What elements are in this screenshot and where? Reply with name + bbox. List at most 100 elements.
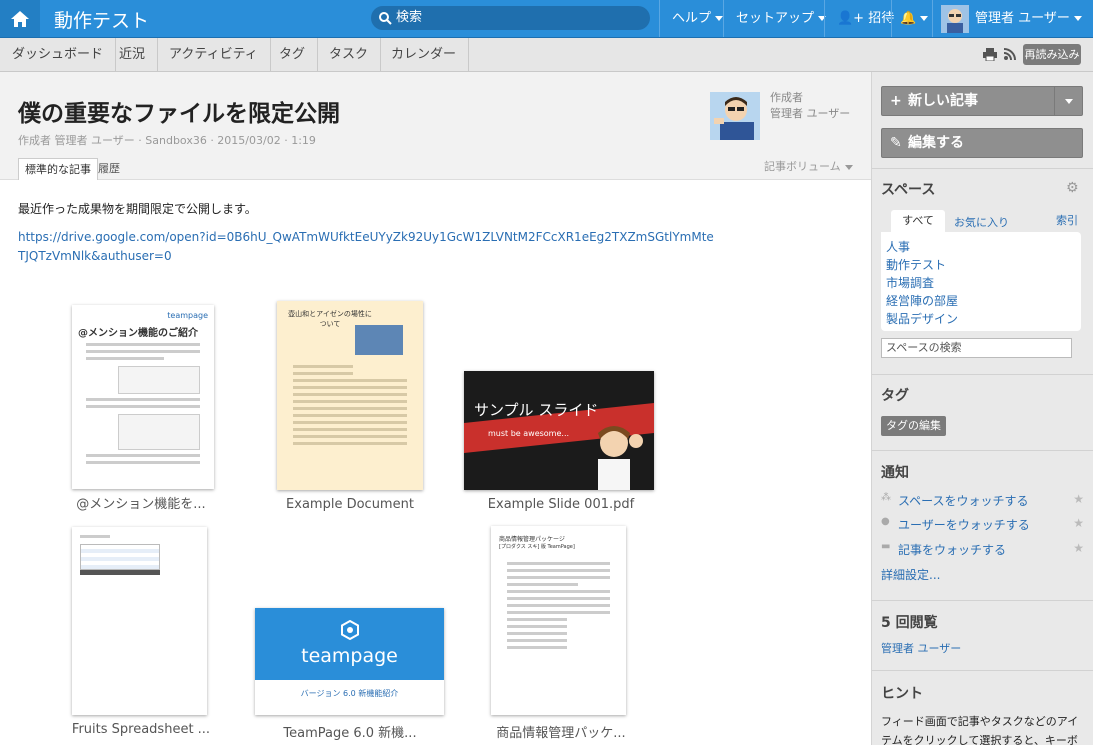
nav-recent[interactable]: 近況 bbox=[107, 38, 159, 71]
avatar bbox=[941, 4, 969, 33]
volume-menu[interactable]: 記事ボリューム bbox=[764, 158, 853, 174]
tab-all-spaces[interactable]: すべて bbox=[891, 210, 945, 232]
attachment-caption[interactable]: Example Slide 001.pdf bbox=[466, 497, 656, 512]
article-body: 最近作った成果物を期間限定で公開します。 bbox=[18, 202, 257, 216]
attachment-thumb-slide[interactable]: サンプル スライド must be awesome... bbox=[464, 371, 654, 490]
home-icon[interactable] bbox=[0, 0, 40, 37]
top-bar: 動作テスト 検索 ヘルプ セットアップ 👤+ 招待 🔔 管理者 ユーザー bbox=[0, 0, 1093, 38]
gear-icon[interactable]: ⚙ bbox=[1066, 180, 1079, 196]
rss-icon[interactable] bbox=[1004, 48, 1016, 60]
drive-link[interactable]: https://drive.google.com/open?id=0B6hU_Q… bbox=[18, 228, 718, 266]
nav-dashboard[interactable]: ダッシュボード bbox=[0, 38, 117, 71]
author-label: 作成者 bbox=[770, 91, 803, 104]
nav-tags[interactable]: タグ bbox=[267, 38, 319, 71]
bell-icon: 🔔 bbox=[900, 11, 917, 26]
search-placeholder: 検索 bbox=[396, 10, 423, 25]
teampage-logo-icon bbox=[340, 619, 359, 641]
star-icon[interactable]: ★ bbox=[1073, 516, 1084, 530]
watch-user-link[interactable]: ユーザーをウォッチする bbox=[898, 516, 1030, 533]
space-search-placeholder: スペースの検索 bbox=[886, 341, 962, 354]
tab-favorites[interactable]: お気に入り bbox=[954, 214, 1009, 230]
tag-edit-button[interactable]: タグの編集 bbox=[881, 416, 946, 436]
watch-article-link[interactable]: 記事をウォッチする bbox=[898, 541, 1006, 558]
attachment-caption[interactable]: Fruits Spreadsheet ... bbox=[46, 722, 236, 737]
author-avatar[interactable] bbox=[710, 92, 760, 140]
space-item[interactable]: 製品デザイン bbox=[886, 310, 958, 327]
watch-user-row: ● ユーザーをウォッチする ★ bbox=[872, 516, 1093, 532]
hierarchy-icon: ⁂ bbox=[881, 492, 891, 503]
nav-calendar[interactable]: カレンダー bbox=[379, 38, 470, 71]
attachment-caption[interactable]: Example Document bbox=[255, 497, 445, 512]
new-article-button[interactable]: + 新しい記事 bbox=[881, 86, 1083, 116]
article-main: 僕の重要なファイルを限定公開 作成者 管理者 ユーザー · Sandbox36 … bbox=[0, 72, 871, 745]
watch-space-link[interactable]: スペースをウォッチする bbox=[898, 492, 1029, 509]
nav-activity[interactable]: アクティビティ bbox=[157, 38, 271, 71]
chevron-down-icon bbox=[715, 16, 724, 21]
mountain-image bbox=[355, 325, 403, 355]
slide-title: サンプル スライド bbox=[474, 401, 599, 419]
pencil-icon: ✎ bbox=[890, 135, 902, 151]
notify-settings-link[interactable]: 詳細設定... bbox=[881, 566, 940, 583]
attachment-thumb-mention[interactable]: teampage @メンション機能のご紹介 bbox=[72, 305, 214, 489]
space-item[interactable]: 動作テスト bbox=[886, 256, 946, 273]
sidebar: + 新しい記事 ✎ 編集する スペース ⚙ すべて お気に入り 索引 人事 動作テス… bbox=[871, 72, 1093, 745]
article-meta: 作成者 管理者 ユーザー · Sandbox36 · 2015/03/02 · … bbox=[18, 134, 316, 147]
attachment-caption[interactable]: 商品情報管理パッケ... bbox=[466, 722, 656, 741]
space-item[interactable]: 経営陣の部屋 bbox=[886, 292, 958, 309]
user-name: 管理者 ユーザー bbox=[975, 11, 1070, 26]
chevron-down-icon bbox=[1073, 16, 1082, 21]
help-label: ヘルプ bbox=[672, 11, 712, 26]
notifications-menu[interactable]: 🔔 bbox=[891, 0, 936, 37]
user-menu[interactable]: 管理者 ユーザー bbox=[932, 0, 1090, 37]
attachment-caption[interactable]: TeamPage 6.0 新機... bbox=[255, 722, 445, 741]
slide-subtitle: must be awesome... bbox=[488, 429, 570, 438]
search-input[interactable]: 検索 bbox=[371, 6, 650, 30]
notify-heading: 通知 bbox=[881, 465, 909, 481]
attachment-thumb-product[interactable]: 商品情報管理パッケージ [プロダクス スキ] 版 TeamPage] bbox=[491, 526, 626, 715]
add-user-icon: 👤+ bbox=[837, 11, 865, 26]
tab-standard[interactable]: 標準的な記事 bbox=[18, 158, 98, 180]
setup-menu[interactable]: セットアップ bbox=[723, 0, 838, 37]
volume-label: 記事ボリューム bbox=[764, 160, 841, 173]
print-icon[interactable] bbox=[983, 48, 997, 61]
chevron-down-icon bbox=[844, 164, 853, 170]
thumb-subheading: [プロダクス スキ] 版 TeamPage] bbox=[499, 544, 575, 550]
nav-tasks[interactable]: タスク bbox=[317, 38, 382, 71]
user-icon: ● bbox=[881, 516, 890, 527]
edit-label: 編集する bbox=[908, 135, 964, 151]
teampage-logo: teampage bbox=[167, 311, 208, 320]
thumb-heading: 商品情報管理パッケージ bbox=[499, 536, 565, 543]
star-icon[interactable]: ★ bbox=[1073, 541, 1084, 555]
attachment-thumb-spreadsheet[interactable] bbox=[72, 527, 207, 715]
space-search-input[interactable]: スペースの検索 bbox=[881, 338, 1072, 358]
edit-button[interactable]: ✎ 編集する bbox=[881, 128, 1083, 158]
viewer-link[interactable]: 管理者 ユーザー bbox=[881, 640, 961, 656]
new-article-dropdown[interactable] bbox=[1054, 87, 1082, 115]
article-header: 僕の重要なファイルを限定公開 作成者 管理者 ユーザー · Sandbox36 … bbox=[0, 72, 871, 180]
index-link[interactable]: 索引 bbox=[1056, 212, 1078, 228]
sub-navigation: ダッシュボード 近況 アクティビティ タグ タスク カレンダー 再読み込み bbox=[0, 38, 1093, 72]
tab-history[interactable]: 履歴 bbox=[92, 158, 126, 180]
author-name[interactable]: 管理者 ユーザー bbox=[770, 106, 850, 122]
setup-label: セットアップ bbox=[736, 11, 815, 26]
space-item[interactable]: 人事 bbox=[886, 238, 910, 255]
hint-text: フィード画面で記事やタスクなどのアイテムをクリックして選択すると、キーボ bbox=[881, 715, 1079, 745]
reload-button[interactable]: 再読み込み bbox=[1023, 44, 1081, 65]
tags-heading: タグ bbox=[881, 388, 909, 404]
app-title[interactable]: 動作テスト bbox=[54, 6, 149, 33]
chevron-down-icon bbox=[1064, 98, 1073, 104]
teampage-wordmark: teampage bbox=[301, 645, 398, 667]
thumb-heading: @メンション機能のご紹介 bbox=[78, 328, 198, 339]
watch-article-row: ▬ 記事をウォッチする ★ bbox=[872, 541, 1093, 557]
attachment-thumb-document[interactable]: 壺山和とアイゼンの場性について bbox=[277, 301, 423, 490]
space-item[interactable]: 市場調査 bbox=[886, 274, 934, 291]
space-list: 人事 動作テスト 市場調査 経営陣の部屋 製品デザイン bbox=[881, 232, 1081, 331]
attachment-caption[interactable]: @メンション機能を... bbox=[46, 493, 236, 512]
attachment-thumb-teampage[interactable]: teampage バージョン 6.0 新機能紹介 bbox=[255, 608, 444, 715]
search-icon bbox=[379, 12, 392, 25]
hint-heading: ヒント bbox=[881, 686, 923, 702]
watch-space-row: ⁂ スペースをウォッチする ★ bbox=[872, 492, 1093, 508]
mascot-illustration bbox=[598, 426, 643, 490]
star-icon[interactable]: ★ bbox=[1073, 492, 1084, 506]
new-article-label: 新しい記事 bbox=[908, 93, 978, 109]
